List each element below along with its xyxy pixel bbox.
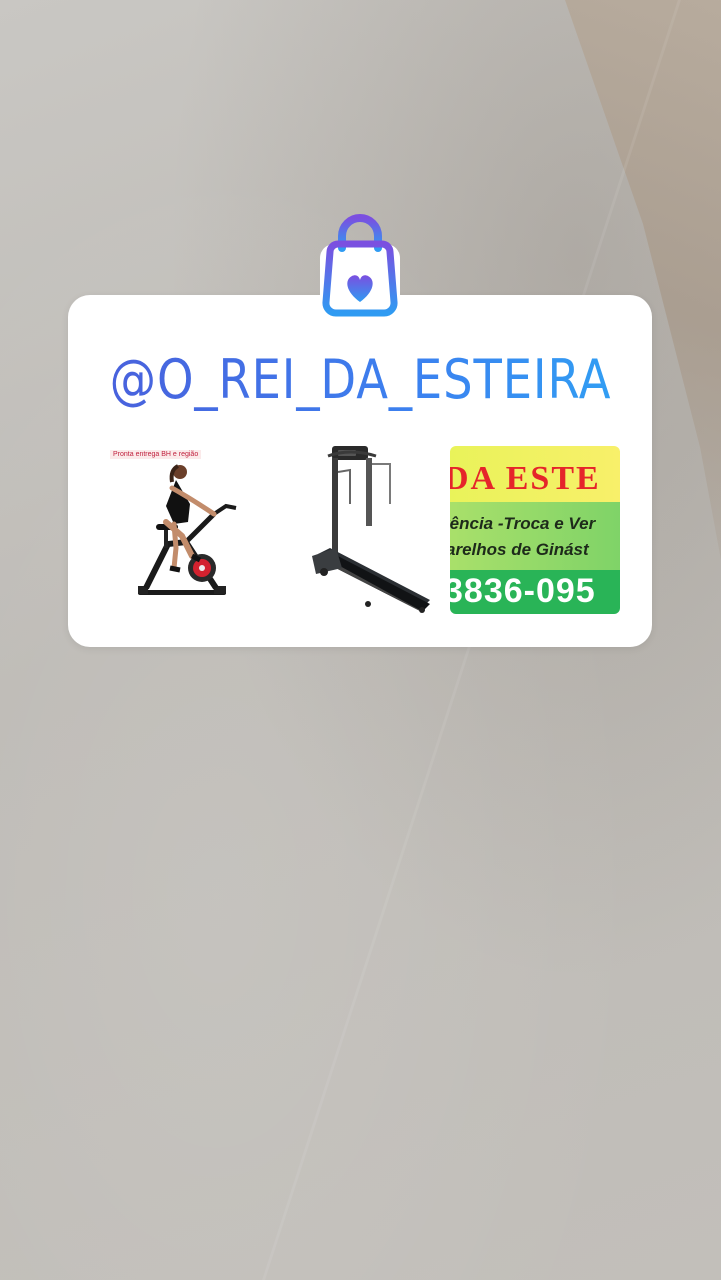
product-store-ad[interactable]: DA ESTE tência -Troca e Ver arelhos de G… — [450, 446, 620, 614]
product-thumbnails: Pronta entrega BH e região DA ESTE tênci… — [104, 444, 624, 614]
ad-mid-band — [450, 502, 620, 574]
promo-tag: Pronta entrega BH e região — [110, 450, 202, 459]
product-treadmill[interactable] — [302, 444, 442, 614]
shopping-bag-heart-icon — [316, 214, 404, 324]
ad-phone: 3836-095 — [450, 572, 596, 610]
mention-link[interactable]: @O_REI_DA_ESTEIRA — [0, 348, 721, 414]
treadmill-image — [312, 446, 430, 613]
ad-line-2: arelhos de Ginást — [450, 540, 589, 559]
product-exercise-bike[interactable]: Pronta entrega BH e região — [104, 444, 270, 614]
mention-text: @O_REI_DA_ESTEIRA — [50, 348, 670, 412]
ad-title: DA ESTE — [450, 460, 601, 497]
ad-line-1: tência -Troca e Ver — [450, 514, 596, 533]
exercise-bike-image — [138, 464, 237, 595]
